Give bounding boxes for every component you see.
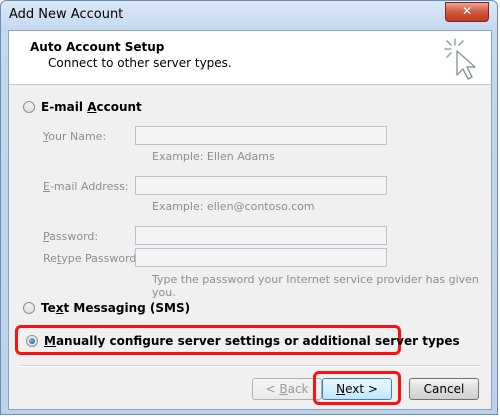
footer-separator: [21, 365, 481, 367]
manual-config-option[interactable]: Manually configure server settings or ad…: [26, 334, 460, 348]
email-account-option[interactable]: E-mail Account: [23, 100, 142, 114]
email-address-hint: Example: ellen@contoso.com: [152, 200, 315, 213]
cursor-sparkle-icon: [444, 38, 476, 80]
your-name-hint: Example: Ellen Adams: [152, 150, 275, 163]
manual-config-label: Manually configure server settings or ad…: [44, 334, 460, 348]
password-field[interactable]: [135, 226, 387, 245]
password-hint: Type the password your Internet service …: [152, 273, 479, 299]
window-title: Add New Account: [9, 7, 124, 22]
header-subtitle: Connect to other server types.: [48, 56, 232, 70]
manual-config-radio[interactable]: [26, 335, 38, 347]
close-icon: ✕: [461, 4, 473, 18]
close-button[interactable]: ✕: [445, 2, 489, 22]
your-name-label: Your Name:: [43, 130, 107, 143]
email-address-label: E-mail Address:: [43, 180, 129, 193]
email-account-radio[interactable]: [23, 101, 35, 113]
header-title: Auto Account Setup: [30, 40, 165, 54]
email-account-label: E-mail Account: [41, 100, 142, 114]
text-messaging-option[interactable]: Text Messaging (SMS): [23, 301, 190, 315]
cancel-button[interactable]: Cancel: [409, 378, 479, 400]
wizard-header: Auto Account Setup Connect to other serv…: [9, 31, 491, 85]
password-label: Password:: [43, 230, 99, 243]
title-bar[interactable]: Add New Account ✕: [1, 1, 497, 29]
back-button[interactable]: < Back: [252, 378, 322, 400]
text-messaging-radio[interactable]: [23, 302, 35, 314]
text-messaging-label: Text Messaging (SMS): [41, 301, 191, 315]
retype-password-label: Retype Password:: [43, 252, 141, 265]
email-address-field[interactable]: [135, 176, 387, 195]
your-name-field[interactable]: [135, 126, 387, 145]
retype-password-field[interactable]: [135, 248, 387, 267]
next-button[interactable]: Next >: [322, 378, 392, 400]
dialog-client-area: Auto Account Setup Connect to other serv…: [8, 30, 492, 410]
add-account-window: Add New Account ✕ Auto Account Setup Con…: [0, 0, 498, 415]
